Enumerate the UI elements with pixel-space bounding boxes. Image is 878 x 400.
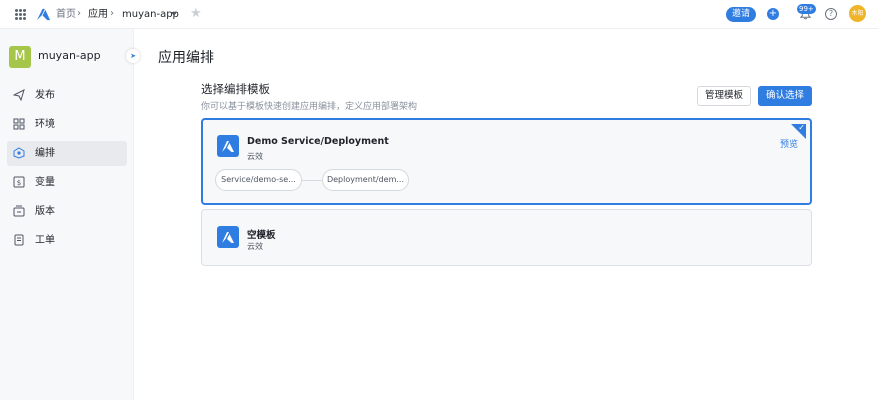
sidebar-item-label: 环境 xyxy=(35,119,55,130)
section-title: 选择编排模板 xyxy=(201,82,270,96)
breadcrumb-separator-icon: › xyxy=(110,8,114,19)
sidebar-item-variables[interactable]: $ 变量 xyxy=(7,170,127,195)
resource-pill-deployment[interactable]: Deployment/dem... xyxy=(322,169,409,191)
sidebar-item-label: 发布 xyxy=(35,90,55,101)
svg-text:$: $ xyxy=(17,179,21,187)
sidebar-item-label: 工单 xyxy=(35,235,55,246)
sidebar: M muyan-app ➤ 发布 环境 编排 $ 变量 版本 工单 xyxy=(0,29,140,400)
template-name: Demo Service/Deployment xyxy=(247,136,389,147)
template-card-demo[interactable]: Demo Service/Deployment 云效 预览 ✓ Service/… xyxy=(201,118,812,205)
template-name: 空模板 xyxy=(247,230,276,241)
sidebar-item-versions[interactable]: 版本 xyxy=(7,199,127,224)
breadcrumb-separator-icon: › xyxy=(77,8,81,19)
top-bar: 首页 › 应用 › muyan-app ★ 邀请 + 99+ ? 木阳 xyxy=(0,0,878,29)
dollar-icon: $ xyxy=(13,176,25,188)
resource-pill-service[interactable]: Service/demo-se... xyxy=(215,169,302,191)
send-icon xyxy=(13,89,25,101)
template-logo-icon xyxy=(217,135,239,157)
template-provider: 云效 xyxy=(247,152,263,161)
sidebar-item-label: 版本 xyxy=(35,206,55,217)
sidebar-item-environment[interactable]: 环境 xyxy=(7,112,127,137)
template-card-empty[interactable]: 空模板 云效 xyxy=(201,209,812,266)
app-name: muyan-app xyxy=(38,49,101,62)
check-icon: ✓ xyxy=(798,123,805,132)
app-switcher-icon[interactable] xyxy=(15,9,26,20)
sidebar-item-publish[interactable]: 发布 xyxy=(7,83,127,108)
grid-icon xyxy=(13,118,25,130)
breadcrumb-home[interactable]: 首页 xyxy=(56,8,76,21)
help-icon[interactable]: ? xyxy=(825,8,837,20)
sidebar-item-tickets[interactable]: 工单 xyxy=(7,228,127,253)
sidebar-collapse-button[interactable]: ➤ xyxy=(126,49,140,63)
notification-badge: 99+ xyxy=(797,4,816,14)
breadcrumb-apps[interactable]: 应用 xyxy=(88,8,108,21)
manage-templates-button[interactable]: 管理模板 xyxy=(697,86,751,106)
sidebar-item-label: 变量 xyxy=(35,177,55,188)
app-avatar: M xyxy=(9,46,31,68)
orchestration-icon xyxy=(13,147,25,159)
invite-button[interactable]: 邀请 xyxy=(726,7,756,22)
create-plus-button[interactable]: + xyxy=(767,8,779,20)
brand-logo-icon[interactable] xyxy=(36,7,51,22)
section-description: 你可以基于模板快速创建应用编排，定义应用部署架构 xyxy=(201,102,418,112)
chevron-down-icon[interactable] xyxy=(171,12,177,16)
confirm-selection-button[interactable]: 确认选择 xyxy=(758,86,812,106)
sidebar-item-orchestration[interactable]: 编排 xyxy=(7,141,127,166)
favorite-star-icon[interactable]: ★ xyxy=(190,6,202,21)
template-provider: 云效 xyxy=(247,242,263,251)
resource-connector xyxy=(302,180,322,181)
sidebar-item-label: 编排 xyxy=(35,148,55,159)
ticket-icon xyxy=(14,234,24,246)
user-avatar[interactable]: 木阳 xyxy=(849,5,866,22)
page-title: 应用编排 xyxy=(158,50,214,66)
version-icon xyxy=(13,205,25,217)
template-logo-icon xyxy=(217,226,239,248)
